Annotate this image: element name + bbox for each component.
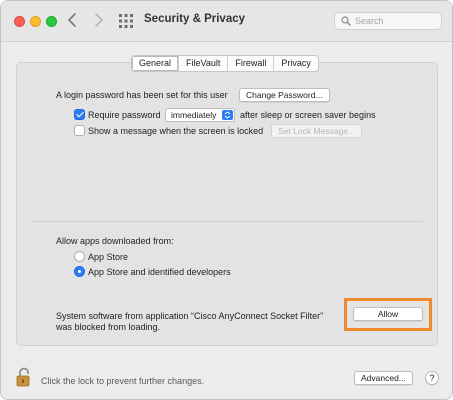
blocked-software-message-line2: was blocked from loading. <box>56 322 161 332</box>
search-icon <box>341 16 351 26</box>
set-lock-message-button[interactable]: Set Lock Message... <box>271 124 363 138</box>
tab-filevault[interactable]: FileVault <box>178 56 227 71</box>
chevron-right-icon <box>95 13 103 27</box>
require-password-label: Require password <box>88 110 161 120</box>
tab-general[interactable]: General <box>132 56 179 71</box>
search-field[interactable] <box>334 12 442 30</box>
blocked-software-message: System software from application “Cisco … <box>56 311 324 321</box>
radio-app-store-identified[interactable] <box>74 266 85 277</box>
lock-icon <box>16 367 30 387</box>
search-input[interactable] <box>355 14 437 28</box>
lock-button[interactable] <box>16 367 32 387</box>
minimize-window-button[interactable] <box>30 16 41 27</box>
require-password-delay-value: immediately <box>171 110 217 120</box>
radio-app-store[interactable] <box>74 251 85 262</box>
require-password-checkbox[interactable] <box>74 109 85 120</box>
lock-hint-text: Click the lock to prevent further change… <box>41 376 205 386</box>
select-arrows-icon <box>222 110 234 120</box>
show-all-button[interactable] <box>119 14 133 28</box>
section-divider <box>31 221 423 222</box>
close-window-button[interactable] <box>14 16 25 27</box>
advanced-button[interactable]: Advanced... <box>354 371 413 385</box>
window-title: Security & Privacy <box>144 13 246 25</box>
allow-button[interactable]: Allow <box>353 307 423 321</box>
allow-apps-heading: Allow apps downloaded from: <box>56 236 174 246</box>
zoom-window-button[interactable] <box>46 16 57 27</box>
tab-privacy[interactable]: Privacy <box>273 56 318 71</box>
login-password-text: A login password has been set for this u… <box>56 90 228 100</box>
title-bar: Security & Privacy <box>1 1 452 42</box>
show-message-checkbox[interactable] <box>74 125 85 136</box>
forward-button[interactable] <box>88 10 108 30</box>
radio-app-store-label: App Store <box>88 252 129 262</box>
change-password-button[interactable]: Change Password... <box>239 88 330 102</box>
require-password-suffix: after sleep or screen saver begins <box>240 110 376 120</box>
show-message-label: Show a message when the screen is locked <box>88 126 264 136</box>
help-button[interactable]: ? <box>425 371 439 385</box>
radio-app-store-identified-label: App Store and identified developers <box>88 267 231 277</box>
back-button[interactable] <box>63 10 83 30</box>
require-password-delay-select[interactable]: immediately <box>165 108 236 122</box>
security-privacy-window: Security & Privacy General FileVault Fir… <box>0 0 453 400</box>
chevron-left-icon <box>68 13 76 27</box>
tab-bar: General FileVault Firewall Privacy <box>131 55 319 72</box>
tab-firewall[interactable]: Firewall <box>227 56 273 71</box>
grid-icon <box>119 14 133 28</box>
